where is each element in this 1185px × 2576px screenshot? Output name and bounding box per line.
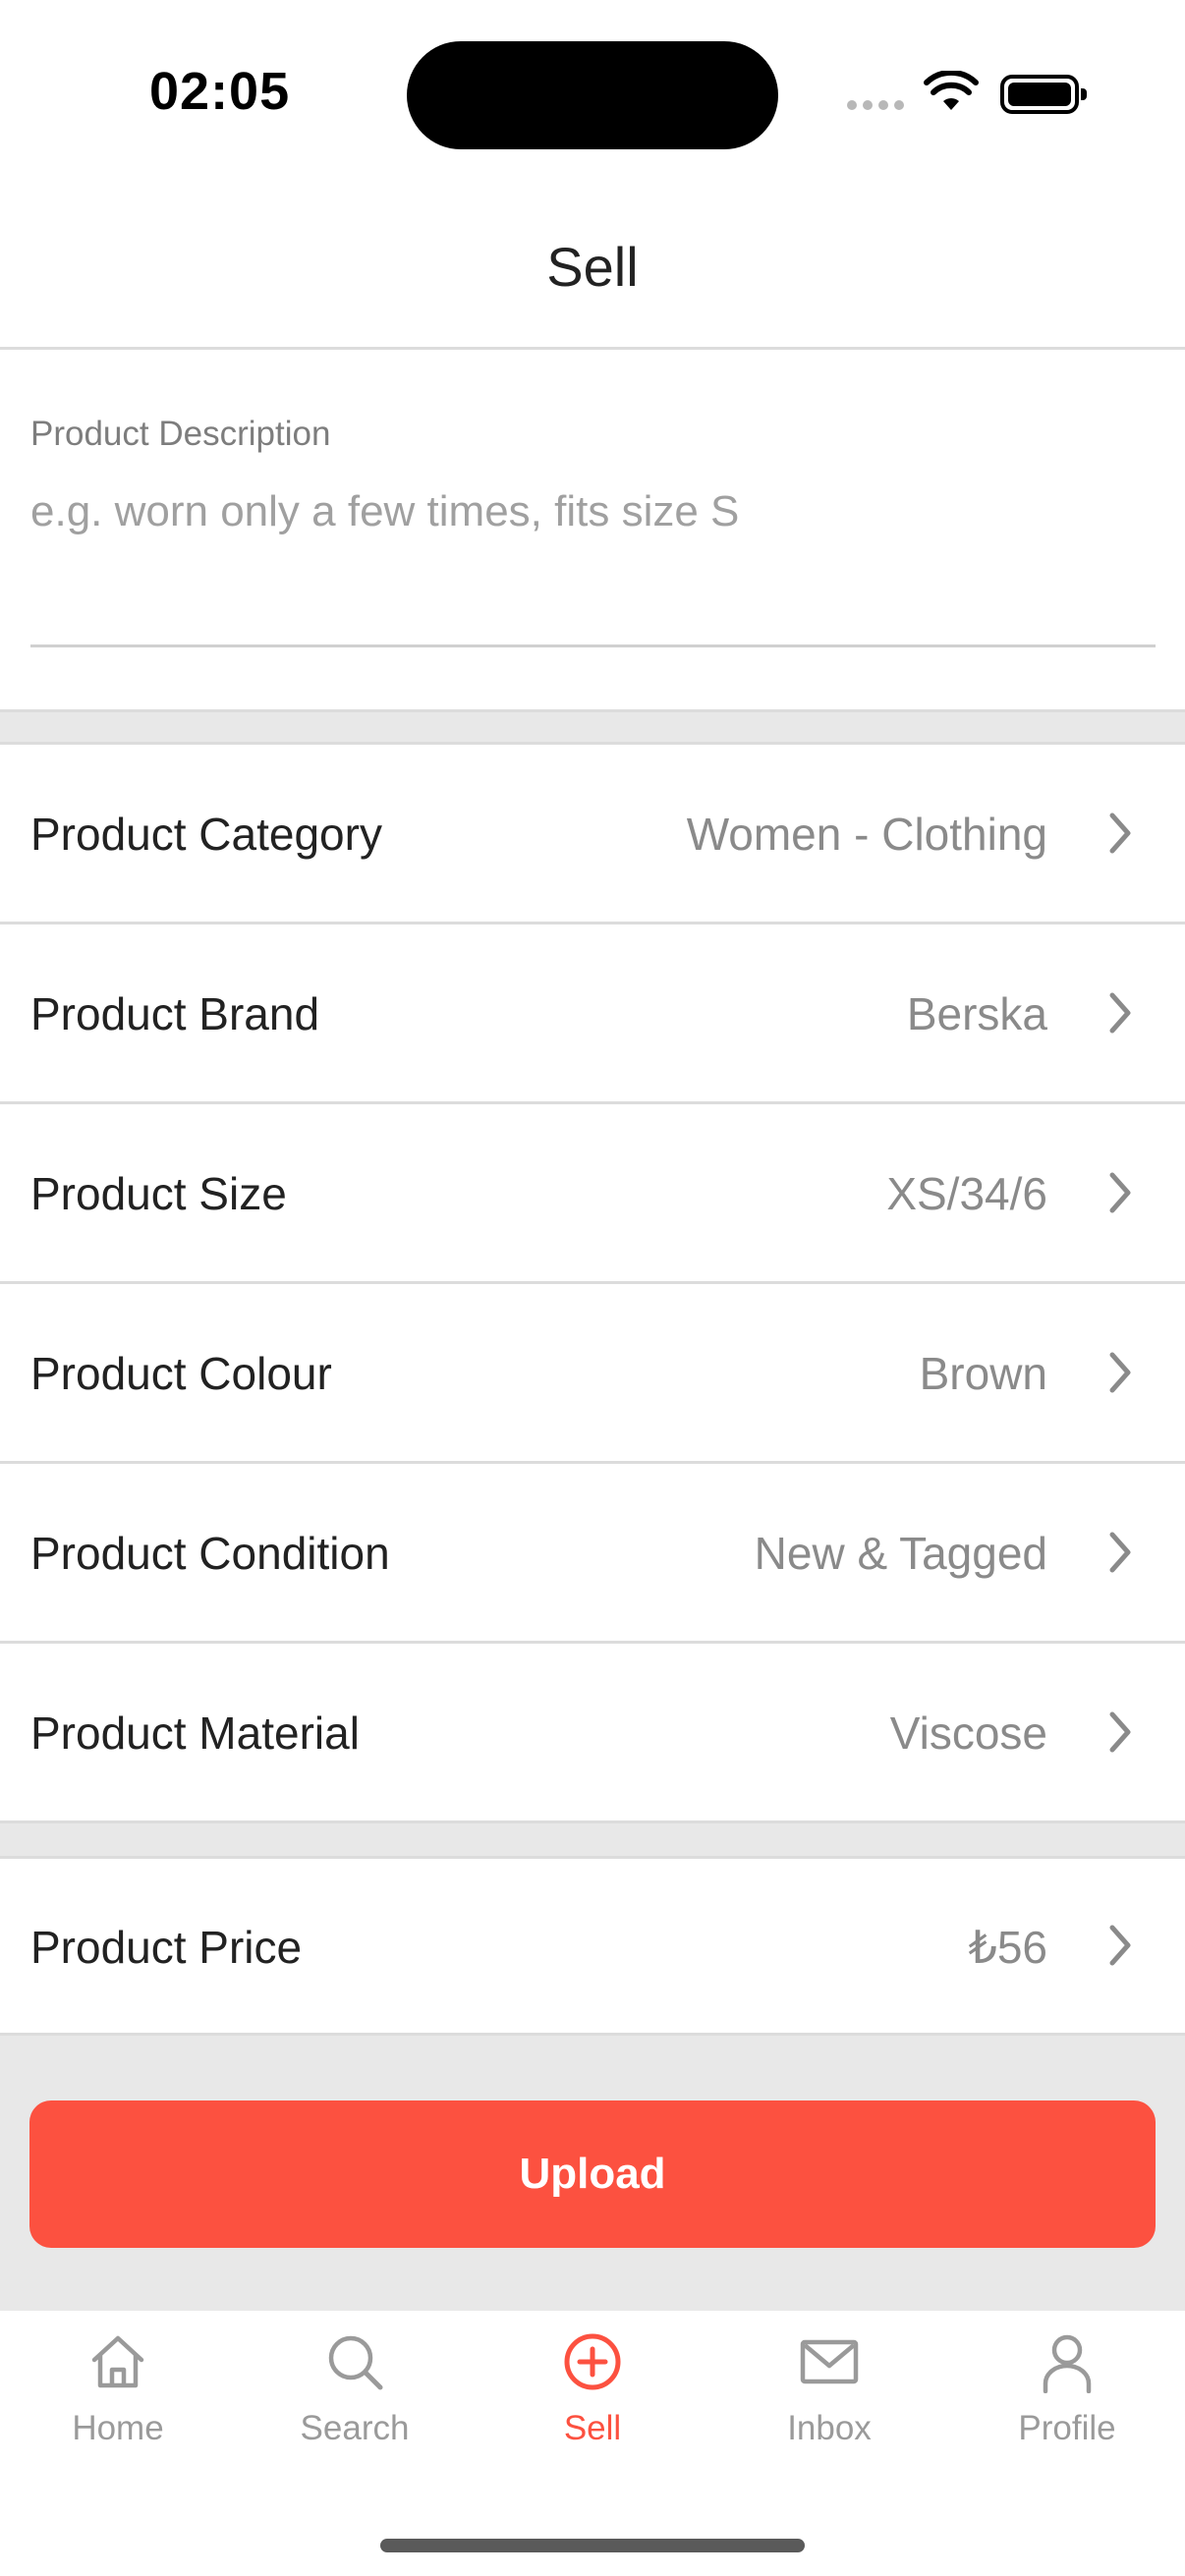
tab-label: Home xyxy=(72,2409,164,2447)
product-category-row[interactable]: Product Category Women - Clothing xyxy=(0,745,1185,924)
home-indicator[interactable] xyxy=(380,2539,805,2552)
cellular-signal-icon xyxy=(847,100,904,110)
row-value: Berska xyxy=(906,988,1047,1039)
row-value: Brown xyxy=(919,1348,1047,1399)
chevron-right-icon xyxy=(1109,1532,1131,1573)
product-size-row[interactable]: Product Size XS/34/6 xyxy=(0,1104,1185,1284)
chevron-right-icon xyxy=(1109,992,1131,1034)
chevron-right-icon xyxy=(1109,1172,1131,1213)
upload-section: Upload xyxy=(0,2036,1185,2311)
chevron-right-icon xyxy=(1109,1352,1131,1393)
chevron-right-icon xyxy=(1109,1925,1131,1966)
row-value: XS/34/6 xyxy=(886,1168,1047,1219)
price-value: ₺56 xyxy=(968,1922,1047,1973)
product-description-input[interactable] xyxy=(30,477,1156,546)
chevron-right-icon xyxy=(1109,812,1131,854)
description-underline xyxy=(30,644,1156,647)
row-label: Product Colour xyxy=(30,1348,332,1399)
tab-label: Search xyxy=(300,2409,410,2447)
tab-label: Profile xyxy=(1018,2409,1116,2447)
row-value: New & Tagged xyxy=(754,1528,1047,1579)
row-label: Product Condition xyxy=(30,1528,390,1579)
home-icon xyxy=(91,2335,144,2388)
page-title: Sell xyxy=(546,236,639,298)
chevron-right-icon xyxy=(1109,1711,1131,1753)
status-bar: 02:05 xyxy=(0,0,1185,187)
product-condition-row[interactable]: Product Condition New & Tagged xyxy=(0,1464,1185,1644)
row-label: Product Brand xyxy=(30,988,320,1039)
upload-button[interactable]: Upload xyxy=(29,2100,1156,2248)
nav-header: Sell xyxy=(0,187,1185,350)
user-icon xyxy=(1043,2334,1092,2393)
status-time: 02:05 xyxy=(149,62,291,121)
tab-home[interactable]: Home xyxy=(20,2330,216,2478)
row-value: Women - Clothing xyxy=(686,809,1047,860)
product-colour-row[interactable]: Product Colour Brown xyxy=(0,1284,1185,1464)
tab-search[interactable]: Search xyxy=(256,2330,453,2478)
product-description-section: Product Description xyxy=(0,350,1185,709)
section-divider xyxy=(0,709,1185,745)
tab-label: Inbox xyxy=(787,2409,872,2447)
battery-icon xyxy=(1000,75,1087,114)
product-brand-row[interactable]: Product Brand Berska xyxy=(0,924,1185,1104)
product-description-label: Product Description xyxy=(30,415,331,453)
search-icon xyxy=(328,2335,383,2390)
wifi-icon xyxy=(924,71,979,110)
row-label: Product Category xyxy=(30,809,382,860)
plus-circle-icon xyxy=(564,2333,621,2390)
row-label: Product Size xyxy=(30,1168,287,1219)
mail-icon xyxy=(800,2339,859,2384)
row-label: Product Price xyxy=(30,1922,303,1973)
row-label: Product Material xyxy=(30,1708,360,1759)
section-divider xyxy=(0,1823,1185,1859)
tab-inbox[interactable]: Inbox xyxy=(731,2330,928,2478)
row-value: Viscose xyxy=(889,1708,1047,1759)
product-material-row[interactable]: Product Material Viscose xyxy=(0,1644,1185,1823)
tab-profile[interactable]: Profile xyxy=(969,2330,1165,2478)
tab-sell[interactable]: Sell xyxy=(494,2330,691,2478)
tab-bar: Home Search Sell Inbox Profile xyxy=(0,2311,1185,2576)
product-price-row[interactable]: Product Price ₺56 xyxy=(0,1859,1185,2036)
tab-label: Sell xyxy=(563,2409,622,2447)
sell-screen: 02:05 Sell Product Description Product C… xyxy=(0,0,1185,2576)
dynamic-island xyxy=(407,41,778,149)
